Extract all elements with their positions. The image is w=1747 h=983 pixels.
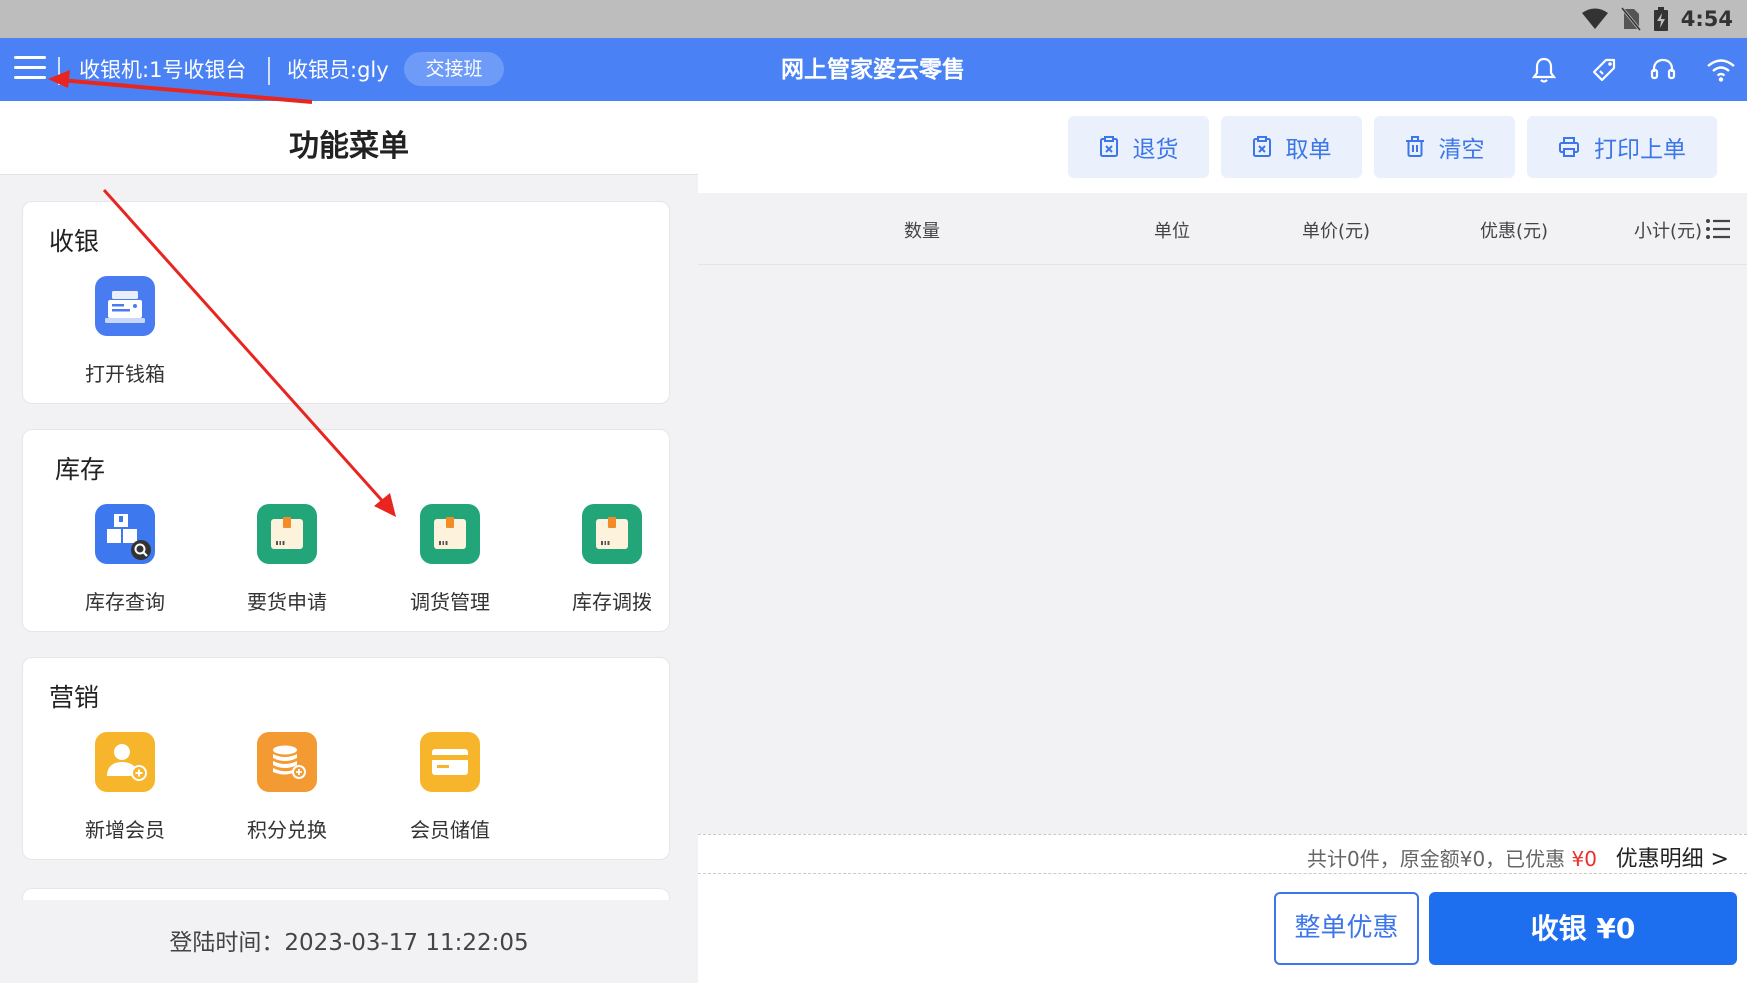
clear-cart-label: 清空 bbox=[1438, 137, 1485, 163]
section-title: 营销 bbox=[49, 683, 100, 712]
register-label: 收银机:1号收银台 bbox=[79, 58, 247, 82]
function-menu-header: 功能菜单 bbox=[0, 101, 698, 175]
cart-toolbar: 退货 取单 清空 打印上单 bbox=[698, 101, 1747, 193]
checkout-bar: 整单优惠 收银 ¥0 bbox=[698, 874, 1747, 983]
cart-summary: 共计0件，原金额¥0，已优惠 ¥0 优惠明细 > bbox=[698, 834, 1747, 874]
header-divider bbox=[58, 57, 60, 85]
function-menu-title: 功能菜单 bbox=[289, 129, 409, 164]
cash-register-icon bbox=[95, 276, 155, 336]
checkout-pay-button[interactable]: 收银 ¥0 bbox=[1429, 892, 1737, 965]
menu-item-label: 库存调拨 bbox=[572, 590, 652, 614]
tag-icon[interactable] bbox=[1588, 54, 1620, 86]
function-menu-panel: 功能菜单 收银 打开钱箱 库存 库存查询 要货申请 调货管理 库存调拨 营销 新… bbox=[0, 101, 698, 983]
retrieve-order-button[interactable]: 取单 bbox=[1221, 116, 1362, 178]
inventory-search-icon bbox=[95, 504, 155, 564]
login-time: 登陆时间：2023-03-17 11:22:05 bbox=[169, 930, 529, 956]
summary-totals: 共计0件，原金额¥0，已优惠 bbox=[1307, 847, 1566, 871]
add-member-icon bbox=[95, 732, 155, 792]
menu-section-marketing: 营销 新增会员 积分兑换 会员储值 bbox=[22, 657, 670, 860]
add-member-button[interactable]: 新增会员 bbox=[60, 732, 190, 843]
menu-item-label: 调货管理 bbox=[410, 590, 490, 614]
menu-item-label: 打开钱箱 bbox=[85, 362, 165, 386]
receipt-x-icon bbox=[1099, 136, 1118, 157]
status-time: 4:54 bbox=[1680, 7, 1733, 31]
menu-section-cashier: 收银 打开钱箱 bbox=[22, 201, 670, 404]
menu-item-label: 新增会员 bbox=[85, 818, 165, 842]
bell-icon[interactable] bbox=[1528, 54, 1560, 86]
section-title: 收银 bbox=[49, 227, 100, 256]
shift-handover-button[interactable]: 交接班 bbox=[404, 52, 504, 86]
menu-item-label: 库存查询 bbox=[85, 590, 165, 614]
menu-item-label: 要货申请 bbox=[247, 590, 327, 614]
column-subtotal: 小计(元) bbox=[1634, 221, 1703, 242]
column-settings-list-icon[interactable] bbox=[1705, 218, 1731, 240]
points-exchange-button[interactable]: 积分兑换 bbox=[222, 732, 352, 843]
print-last-order-label: 打印上单 bbox=[1594, 137, 1686, 163]
order-discount-button[interactable]: 整单优惠 bbox=[1274, 892, 1419, 965]
menu-section-partial bbox=[22, 888, 670, 900]
column-discount: 优惠(元) bbox=[1480, 221, 1549, 242]
no-sim-icon bbox=[1620, 7, 1641, 31]
receipt-x-icon bbox=[1252, 136, 1271, 157]
wifi-icon[interactable] bbox=[1705, 54, 1737, 86]
menu-section-inventory: 库存 库存查询 要货申请 调货管理 库存调拨 bbox=[22, 429, 670, 632]
column-unit-price: 单价(元) bbox=[1302, 221, 1371, 242]
discount-detail-link[interactable]: 优惠明细 > bbox=[1616, 841, 1729, 873]
cart-table-header: 数量 单位 单价(元) 优惠(元) 小计(元) bbox=[698, 193, 1747, 265]
return-goods-label: 退货 bbox=[1132, 137, 1179, 163]
trash-icon bbox=[1405, 136, 1424, 157]
cashier-label: 收银员:gly bbox=[287, 58, 389, 82]
open-cash-drawer-button[interactable]: 打开钱箱 bbox=[60, 276, 190, 387]
goods-request-button[interactable]: 要货申请 bbox=[222, 504, 352, 615]
return-goods-button[interactable]: 退货 bbox=[1068, 116, 1209, 178]
status-bar: 4:54 bbox=[0, 0, 1747, 38]
package-box-icon bbox=[582, 504, 642, 564]
column-quantity: 数量 bbox=[904, 221, 940, 242]
inventory-transfer-button[interactable]: 库存调拨 bbox=[547, 504, 677, 615]
printer-icon bbox=[1559, 137, 1579, 157]
stored-value-card-icon bbox=[420, 732, 480, 792]
app-header: 收银机:1号收银台 收银员:gly 交接班 网上管家婆云零售 bbox=[0, 38, 1747, 101]
summary-discount-amount: ¥0 bbox=[1571, 847, 1597, 871]
member-stored-value-button[interactable]: 会员储值 bbox=[385, 732, 515, 843]
menu-item-label: 会员储值 bbox=[410, 818, 490, 842]
cart-items-list bbox=[698, 265, 1747, 835]
header-divider bbox=[268, 57, 270, 85]
transfer-management-button[interactable]: 调货管理 bbox=[385, 504, 515, 615]
print-last-order-button[interactable]: 打印上单 bbox=[1527, 116, 1717, 178]
inventory-query-button[interactable]: 库存查询 bbox=[60, 504, 190, 615]
column-unit: 单位 bbox=[1154, 221, 1190, 242]
retrieve-order-label: 取单 bbox=[1285, 137, 1332, 163]
summary-text: 共计0件，原金额¥0，已优惠 ¥0 bbox=[1307, 843, 1597, 872]
package-box-icon bbox=[420, 504, 480, 564]
wifi-signal-icon bbox=[1581, 8, 1608, 29]
section-title: 库存 bbox=[55, 455, 106, 484]
hamburger-menu-icon[interactable] bbox=[14, 56, 46, 84]
headset-icon[interactable] bbox=[1647, 54, 1679, 86]
clear-cart-button[interactable]: 清空 bbox=[1374, 116, 1515, 178]
cart-panel: 退货 取单 清空 打印上单 数量 单位 单价(元) 优惠(元) 小计(元) 共计… bbox=[698, 101, 1747, 983]
menu-item-label: 积分兑换 bbox=[247, 818, 327, 842]
package-box-icon bbox=[257, 504, 317, 564]
battery-charging-icon bbox=[1653, 7, 1668, 31]
app-title: 网上管家婆云零售 bbox=[781, 57, 965, 83]
points-coins-icon bbox=[257, 732, 317, 792]
